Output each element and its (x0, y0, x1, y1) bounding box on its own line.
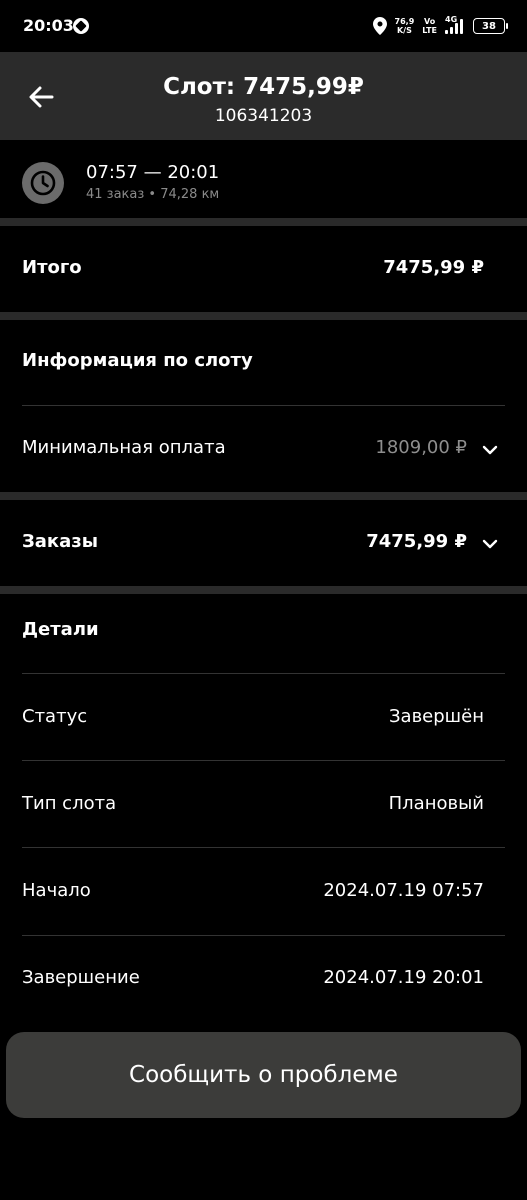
slot-id: 106341203 (214, 106, 313, 126)
status-label: Статус (22, 706, 88, 727)
volte-indicator: Vo LTE (422, 17, 437, 35)
row-divider (22, 760, 505, 761)
clock-icon (30, 170, 56, 196)
network-type: 4G (445, 15, 458, 24)
volte-top: Vo (424, 17, 436, 26)
details-heading: Детали (22, 619, 99, 640)
status-bar: 20:03 76,9 K/S Vo LTE 4G 38 (0, 0, 527, 52)
slot-time-range: 07:57 — 20:01 (86, 162, 220, 183)
section-divider (0, 312, 527, 320)
start-value: 2024.07.19 07:57 (323, 880, 484, 901)
chevron-down-icon (482, 539, 498, 549)
orders-row[interactable]: Заказы 7475,99 ₽ (0, 500, 527, 586)
slot-info-heading: Информация по слоту (22, 350, 253, 371)
network-speed: 76,9 K/S (395, 17, 415, 35)
min-payment-value: 1809,00 ₽ (375, 437, 467, 458)
min-payment-row[interactable]: Минимальная оплата 1809,00 ₽ (0, 406, 527, 492)
total-value: 7475,99 ₽ (383, 257, 484, 278)
clock-icon-badge (22, 162, 64, 204)
start-label: Начало (22, 880, 91, 901)
row-divider (22, 935, 505, 936)
network-speed-unit: K/S (396, 26, 412, 35)
top-app-bar: Слот: 7475,99₽ 106341203 (0, 52, 527, 140)
status-value: Завершён (389, 706, 484, 727)
total-label: Итого (22, 257, 82, 278)
network-speed-value: 76,9 (394, 17, 415, 26)
slot-type-value: Плановый (388, 793, 484, 814)
slot-time-block: 07:57 — 20:01 41 заказ • 74,28 км (0, 140, 527, 218)
report-problem-button[interactable]: Сообщить о проблеме (6, 1032, 521, 1118)
battery-icon: 38 (473, 18, 508, 34)
page-title: Слот: 7475,99₽ (163, 74, 364, 100)
orders-label: Заказы (22, 531, 99, 552)
orders-value: 7475,99 ₽ (366, 531, 467, 552)
end-value: 2024.07.19 20:01 (323, 967, 484, 988)
slot-type-label: Тип слота (22, 793, 117, 814)
section-divider (0, 586, 527, 594)
signal-icon: 4G (445, 15, 465, 34)
section-divider (0, 492, 527, 500)
section-divider (0, 218, 527, 226)
min-payment-label: Минимальная оплата (22, 437, 226, 458)
chevron-down-icon (482, 445, 498, 455)
status-indicators: 76,9 K/S Vo LTE 4G 38 (372, 14, 508, 38)
location-icon (372, 17, 387, 35)
status-time: 20:03 (23, 16, 74, 35)
slot-time-meta: 41 заказ • 74,28 км (86, 187, 220, 202)
volte-bottom: LTE (422, 26, 437, 35)
notification-icon (73, 18, 89, 34)
row-divider (22, 673, 505, 674)
row-divider (22, 847, 505, 848)
end-label: Завершение (22, 967, 140, 988)
battery-level: 38 (482, 20, 496, 32)
